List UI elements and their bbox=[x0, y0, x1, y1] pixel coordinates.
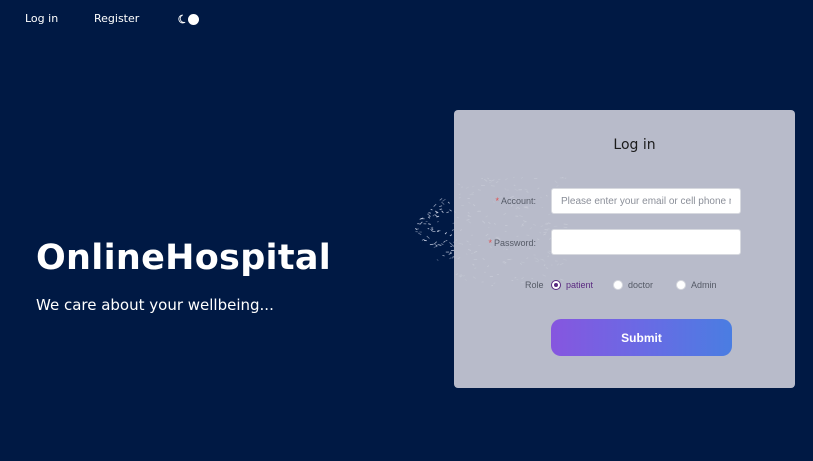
role-option-label: patient bbox=[566, 280, 594, 290]
radio-dot bbox=[551, 280, 561, 290]
role-option-label: doctor bbox=[628, 280, 654, 290]
radio-dot bbox=[676, 280, 686, 290]
role-group: Role patient doctor Admin bbox=[454, 279, 795, 293]
required-mark: * bbox=[495, 196, 499, 206]
required-mark: * bbox=[488, 238, 492, 248]
password-label: * Password: bbox=[488, 238, 536, 248]
hero-title: OnlineHospital bbox=[36, 238, 332, 278]
hero-subtitle: We care about your wellbeing... bbox=[36, 296, 274, 314]
toggle-knob bbox=[188, 14, 199, 25]
login-panel: Log in *Account: *Password: Role patient… bbox=[454, 110, 795, 388]
submit-button[interactable]: Submit bbox=[551, 319, 732, 356]
account-label: * Account: bbox=[495, 196, 536, 206]
role-label: Role bbox=[525, 280, 544, 290]
password-input[interactable] bbox=[551, 229, 741, 255]
theme-toggle[interactable] bbox=[177, 13, 201, 26]
account-input[interactable] bbox=[551, 188, 741, 214]
account-label-text: Account bbox=[500, 196, 534, 206]
role-option-label: Admin bbox=[691, 280, 717, 290]
password-label-text: Password bbox=[493, 238, 534, 248]
top-nav: Log in Register bbox=[0, 0, 260, 38]
moon-icon bbox=[178, 14, 186, 24]
login-title: Log in bbox=[613, 137, 656, 153]
nav-register-link[interactable]: Register bbox=[94, 12, 139, 25]
radio-dot bbox=[613, 280, 623, 290]
nav-login-link[interactable]: Log in bbox=[25, 12, 58, 25]
